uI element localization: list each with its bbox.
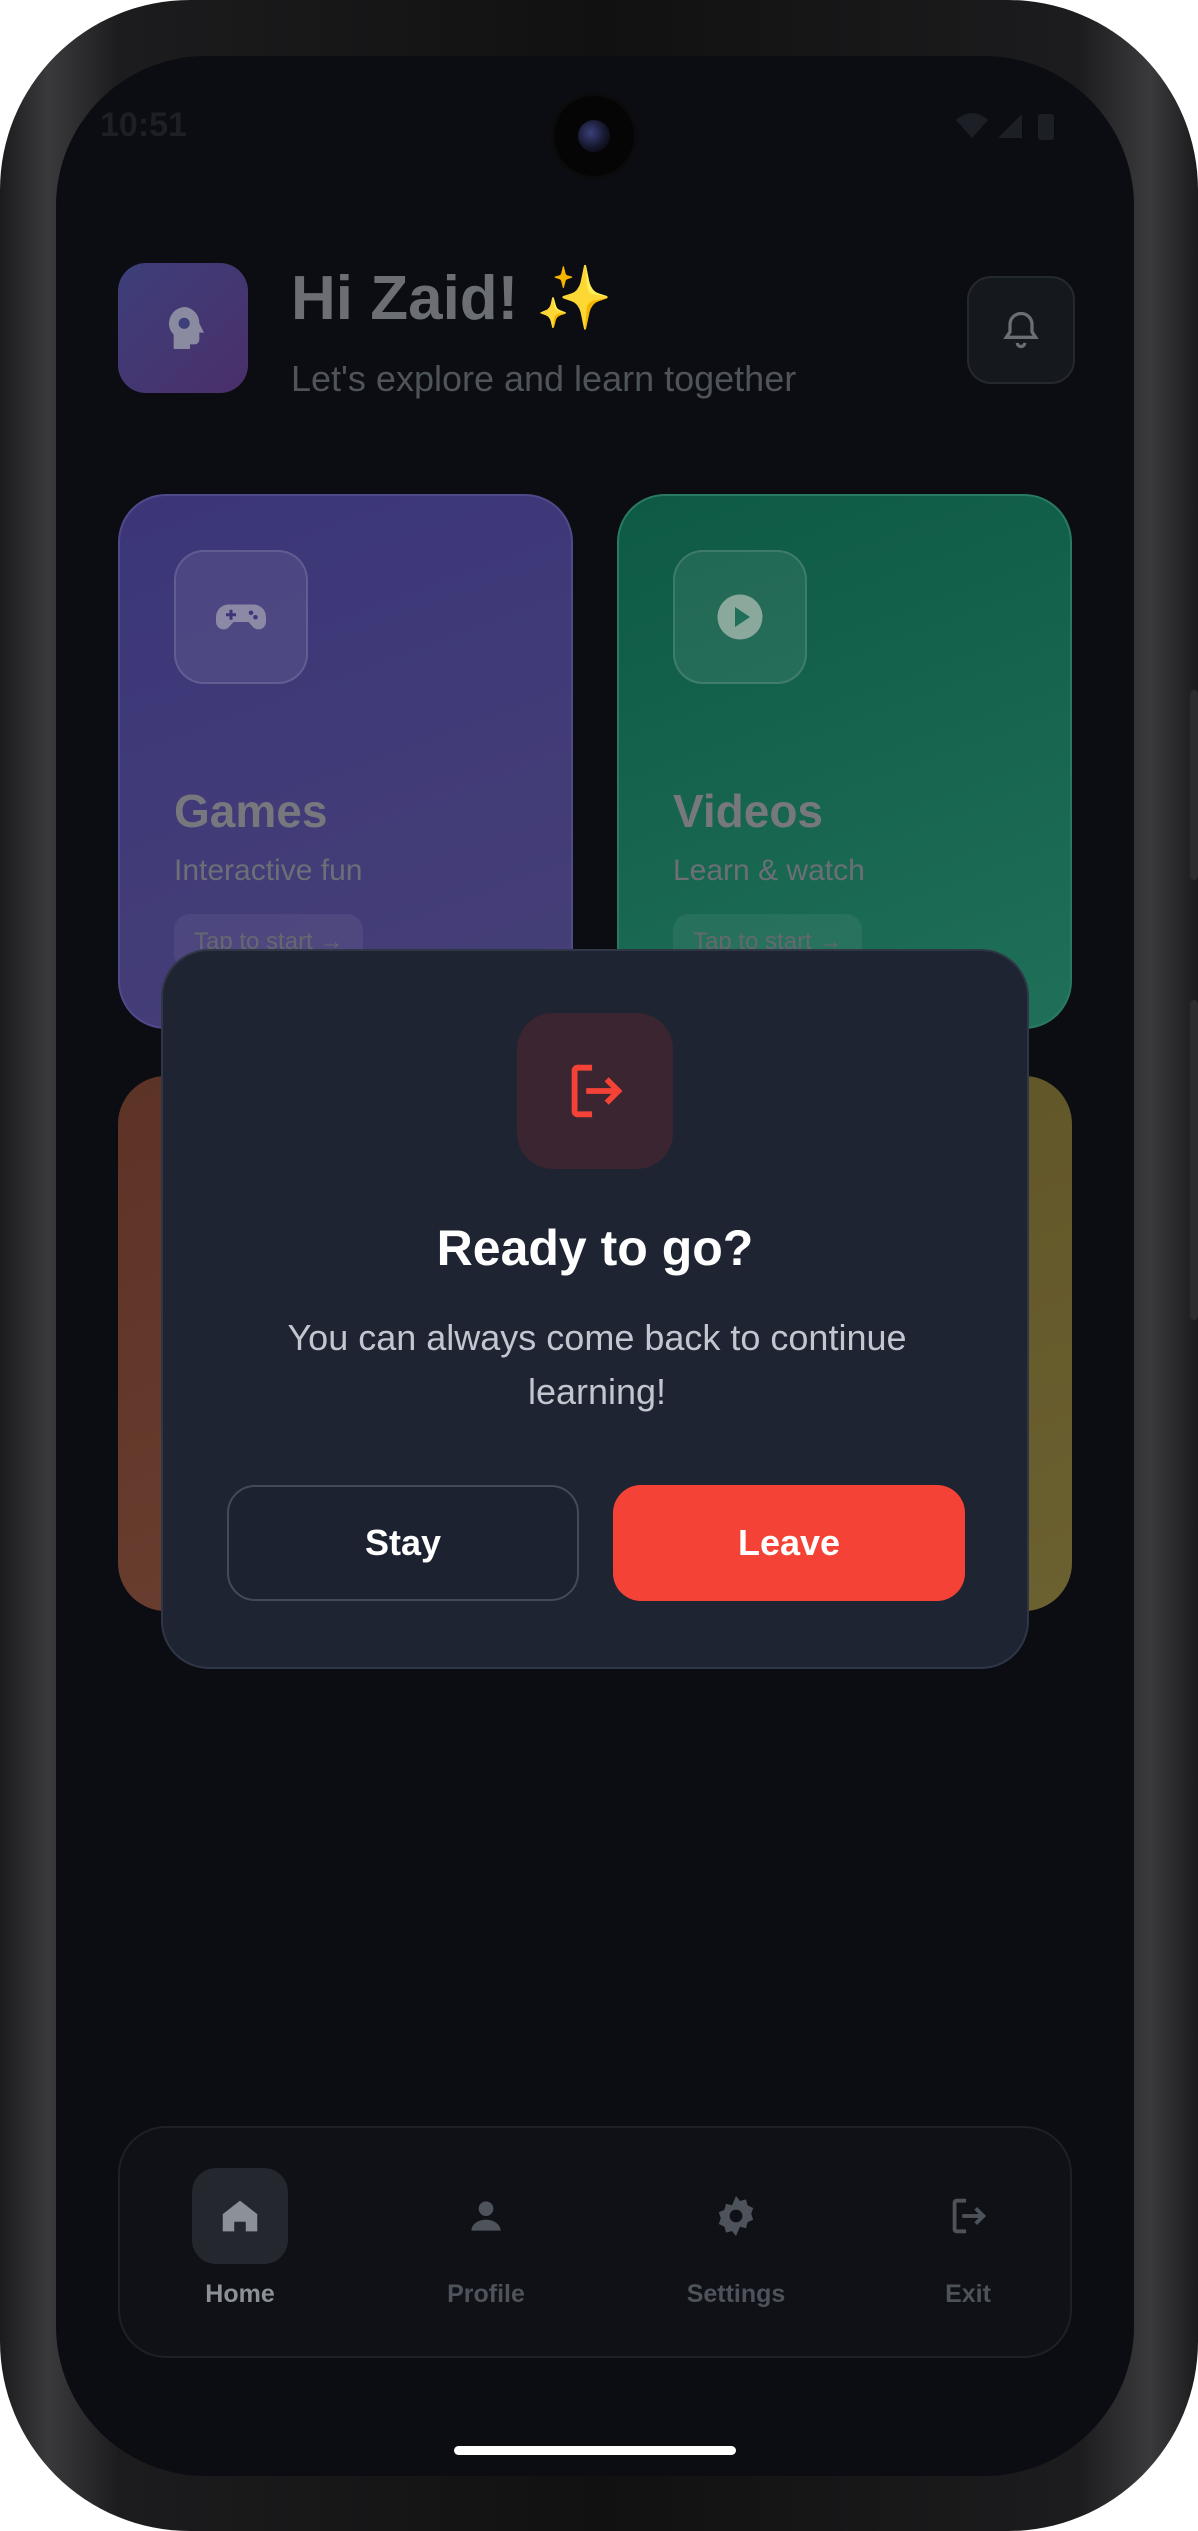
nav-label: Exit: [945, 2280, 991, 2308]
home-icon: [192, 2168, 288, 2264]
status-time: 10:51: [100, 106, 187, 144]
person-icon: [438, 2168, 534, 2264]
logout-icon: [517, 1013, 673, 1169]
home-indicator[interactable]: [454, 2446, 736, 2455]
logout-icon: [920, 2168, 1016, 2264]
card-subtitle: Learn & watch: [673, 854, 865, 887]
card-title: Games: [174, 785, 328, 837]
bottom-navigation: Home Profile Settings Exit: [118, 2126, 1072, 2358]
power-button: [1190, 1000, 1198, 1320]
play-icon: [673, 550, 807, 684]
status-icons: [954, 108, 1064, 152]
nav-label: Home: [205, 2280, 275, 2308]
nav-item-exit[interactable]: Exit: [888, 2168, 1048, 2328]
nav-item-home[interactable]: Home: [160, 2168, 320, 2328]
brain-head-icon: [169, 307, 204, 349]
dialog-title: Ready to go?: [436, 1220, 754, 1276]
signal-battery-icon: [956, 113, 1054, 140]
gamepad-icon: [174, 550, 308, 684]
phone-frame: 10:51 Hi Zaid! ✨ Let's explore and learn…: [0, 0, 1198, 2531]
card-title: Videos: [673, 785, 823, 837]
nav-label: Settings: [686, 2280, 786, 2308]
app-screen: 10:51 Hi Zaid! ✨ Let's explore and learn…: [56, 56, 1134, 2476]
stay-button[interactable]: Stay: [227, 1485, 579, 1601]
nav-item-profile[interactable]: Profile: [406, 2168, 566, 2328]
dialog-message: You can always come back to continue lea…: [287, 1317, 907, 1412]
avatar[interactable]: [118, 263, 248, 393]
leave-button[interactable]: Leave: [613, 1485, 965, 1601]
exit-confirmation-dialog: Ready to go? You can always come back to…: [161, 949, 1029, 1669]
greeting-title: Hi Zaid! ✨: [291, 264, 613, 333]
gear-icon: [688, 2168, 784, 2264]
card-subtitle: Interactive fun: [174, 854, 363, 887]
volume-button: [1190, 690, 1198, 880]
front-camera: [554, 96, 634, 176]
nav-label: Profile: [447, 2280, 525, 2308]
nav-item-settings[interactable]: Settings: [656, 2168, 816, 2328]
notifications-button[interactable]: [967, 276, 1075, 384]
bell-icon: [1003, 311, 1039, 349]
greeting-subtitle: Let's explore and learn together: [291, 358, 797, 399]
